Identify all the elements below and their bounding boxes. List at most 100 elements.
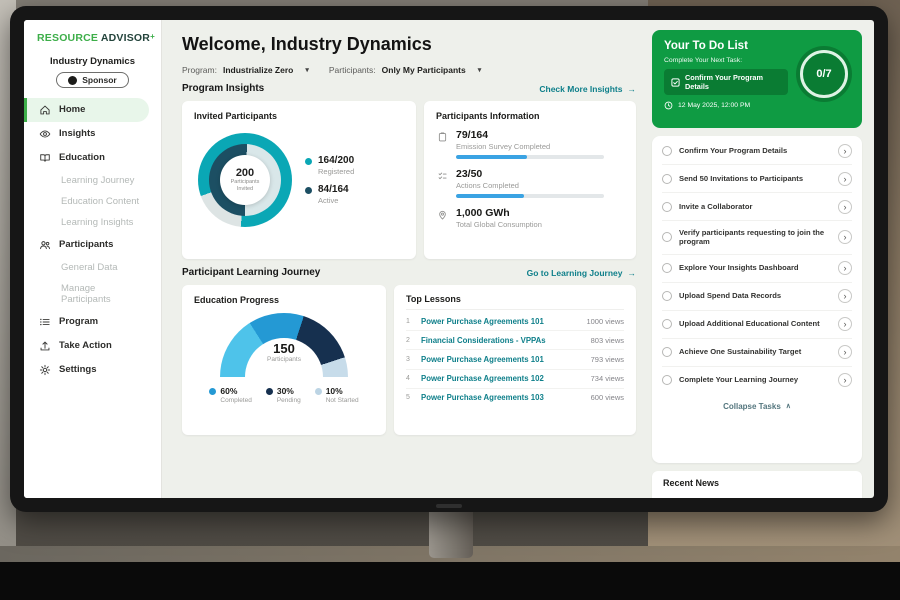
todo-subtitle: Complete Your Next Task: — [664, 57, 788, 64]
chevron-right-icon[interactable]: › — [838, 200, 852, 214]
sidebar-item-education[interactable]: Education — [24, 146, 161, 170]
metric-value: 79/164 — [456, 129, 604, 141]
lesson-views: 793 views — [591, 355, 624, 364]
sidebar-item-learning-insights[interactable]: Learning Insights — [24, 212, 161, 233]
chevron-right-icon[interactable]: › — [838, 289, 852, 303]
sidebar-item-settings[interactable]: Settings — [24, 358, 161, 382]
checkbox-icon — [671, 78, 680, 87]
emission-survey-row: 79/164 Emission Survey Completed — [436, 129, 624, 159]
invited-participants-card: Invited Participants 200 Participants In… — [182, 101, 416, 259]
sidebar-item-home[interactable]: Home — [24, 98, 149, 122]
task-label: Explore Your Insights Dashboard — [679, 263, 831, 273]
legend-item-not-started: 10% Not Started — [315, 386, 359, 404]
sidebar-item-label: General Data — [61, 262, 118, 273]
lesson-row: 4 Power Purchase Agreements 102 734 view… — [406, 370, 624, 389]
program-select[interactable]: Industrialize Zero ▾ — [223, 65, 309, 75]
chevron-right-icon[interactable]: › — [838, 144, 852, 158]
next-task-pill[interactable]: Confirm Your Program Details — [664, 69, 788, 95]
task-label: Verify participants requesting to join t… — [679, 228, 831, 248]
chevron-right-icon[interactable]: › — [838, 373, 852, 387]
insights-cards-row: Invited Participants 200 Participants In… — [182, 101, 636, 259]
lesson-views: 1000 views — [586, 317, 624, 326]
lesson-rank: 3 — [406, 356, 413, 363]
sidebar-item-program[interactable]: Program — [24, 310, 161, 334]
chevron-down-icon: ▾ — [478, 66, 482, 74]
monitor-power-led — [436, 504, 462, 508]
task-label: Achieve One Sustainability Target — [679, 347, 831, 357]
donut-legend: 164/200 Registered 84/164 Active — [305, 147, 354, 213]
sidebar-item-participants[interactable]: Participants — [24, 233, 161, 257]
task-radio-icon[interactable] — [662, 291, 672, 301]
lesson-views: 600 views — [591, 393, 624, 402]
task-radio-icon[interactable] — [662, 319, 672, 329]
lesson-link[interactable]: Power Purchase Agreements 103 — [421, 393, 583, 402]
due-date-row: 12 May 2025, 12:00 PM — [664, 101, 788, 110]
top-lessons-card: Top Lessons 1 Power Purchase Agreements … — [394, 285, 636, 435]
chevron-right-icon[interactable]: › — [838, 261, 852, 275]
task-radio-icon[interactable] — [662, 146, 672, 156]
lesson-rank: 1 — [406, 318, 413, 325]
link-label: Go to Learning Journey — [527, 268, 623, 278]
lesson-link[interactable]: Financial Considerations - VPPAs — [421, 336, 583, 345]
eye-icon — [38, 128, 51, 140]
participants-select[interactable]: Only My Participants ▾ — [382, 65, 482, 75]
chevron-right-icon[interactable]: › — [838, 345, 852, 359]
sidebar-item-general-data[interactable]: General Data — [24, 257, 161, 278]
task-row[interactable]: Confirm Your Program Details › — [662, 137, 852, 165]
lesson-link[interactable]: Power Purchase Agreements 101 — [421, 317, 578, 326]
task-row[interactable]: Explore Your Insights Dashboard › — [662, 255, 852, 283]
legend-label: Active — [318, 196, 349, 205]
chevron-right-icon[interactable]: › — [838, 317, 852, 331]
task-row[interactable]: Complete Your Learning Journey › — [662, 367, 852, 394]
task-label: Upload Spend Data Records — [679, 291, 831, 301]
lesson-link[interactable]: Power Purchase Agreements 102 — [421, 374, 583, 383]
lesson-rank: 5 — [406, 394, 413, 401]
arrow-right-icon: → — [628, 84, 637, 94]
recent-news-label: Recent News — [663, 478, 719, 488]
sidebar-item-education-content[interactable]: Education Content — [24, 191, 161, 212]
task-row[interactable]: Achieve One Sustainability Target › — [662, 339, 852, 367]
collapse-tasks-button[interactable]: Collapse Tasks ∧ — [662, 394, 852, 414]
task-radio-icon[interactable] — [662, 347, 672, 357]
lesson-link[interactable]: Power Purchase Agreements 101 — [421, 355, 583, 364]
card-title: Invited Participants — [194, 111, 404, 121]
arrow-right-icon: → — [628, 268, 637, 278]
task-label: Send 50 Invitations to Participants — [679, 174, 831, 184]
legend-label: Completed — [220, 397, 251, 404]
task-row[interactable]: Upload Additional Educational Content › — [662, 311, 852, 339]
sidebar-item-insights[interactable]: Insights — [24, 122, 161, 146]
sidebar-item-label: Take Action — [59, 340, 112, 351]
metric-label: Total Global Consumption — [456, 220, 542, 229]
task-row[interactable]: Verify participants requesting to join t… — [662, 221, 852, 255]
sponsor-badge[interactable]: Sponsor — [56, 72, 128, 88]
sidebar-item-learning-journey[interactable]: Learning Journey — [24, 170, 161, 191]
education-progress-card: Education Progress 150 Participants — [182, 285, 386, 435]
gauge-value: 150 — [220, 341, 348, 356]
monitor-stand — [429, 510, 473, 558]
education-gauge: 150 Participants — [220, 313, 348, 377]
task-radio-icon[interactable] — [662, 174, 672, 184]
task-radio-icon[interactable] — [662, 202, 672, 212]
chevron-right-icon[interactable]: › — [838, 172, 852, 186]
metric-value: 23/50 — [456, 168, 604, 180]
recent-news-header[interactable]: Recent News — [652, 471, 862, 498]
sidebar-item-label: Settings — [59, 364, 96, 375]
check-more-insights-link[interactable]: Check More Insights → — [539, 84, 636, 94]
task-radio-icon[interactable] — [662, 375, 672, 385]
participants-information-card: Participants Information 79/164 Emission… — [424, 101, 636, 259]
legend-label: Registered — [318, 167, 354, 176]
sidebar-item-manage-participants[interactable]: Manage Participants — [24, 278, 161, 310]
go-to-learning-journey-link[interactable]: Go to Learning Journey → — [527, 268, 636, 278]
task-radio-icon[interactable] — [662, 263, 672, 273]
task-row[interactable]: Send 50 Invitations to Participants › — [662, 165, 852, 193]
task-radio-icon[interactable] — [662, 232, 672, 242]
program-select-value: Industrialize Zero — [223, 65, 293, 75]
chevron-right-icon[interactable]: › — [838, 230, 852, 244]
task-row[interactable]: Upload Spend Data Records › — [662, 283, 852, 311]
sidebar-item-take-action[interactable]: Take Action — [24, 334, 161, 358]
org-block: Industry Dynamics Sponsor — [24, 56, 161, 90]
global-consumption-row: 1,000 GWh Total Global Consumption — [436, 207, 624, 233]
task-row[interactable]: Invite a Collaborator › — [662, 193, 852, 221]
card-title: Participants Information — [436, 111, 624, 121]
todo-summary-card: Your To Do List Complete Your Next Task:… — [652, 30, 862, 128]
